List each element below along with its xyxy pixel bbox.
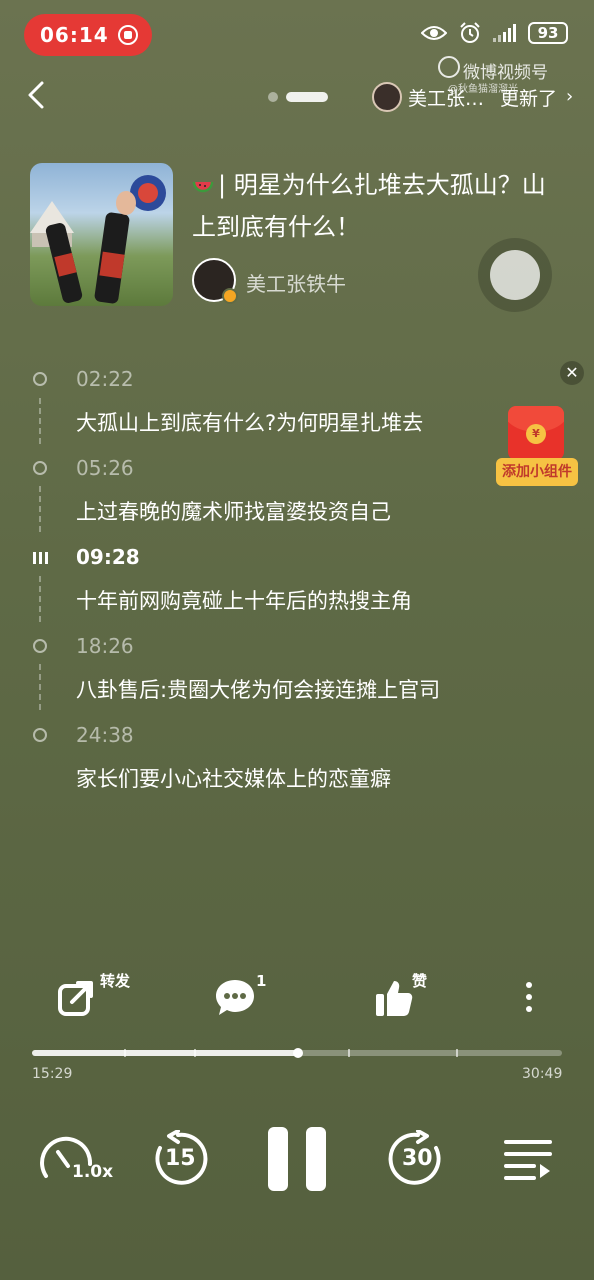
page-indicator-active: [286, 92, 328, 102]
share-label[interactable]: 转发: [100, 970, 130, 991]
chapter-title-active[interactable]: 十年前网购竟碰上十年后的热搜主角: [76, 585, 412, 615]
speed-button[interactable]: 1.0x: [40, 1130, 113, 1190]
add-widget-button[interactable]: 添加小组件: [496, 458, 578, 486]
rewind-seconds: 15: [165, 1146, 196, 1171]
thumbs-up-icon[interactable]: [374, 978, 414, 1018]
episode-title-block: | 明星为什么扎堆去大孤山？山上到底有什么！: [192, 164, 562, 248]
back-arrow-icon[interactable]: [22, 80, 52, 110]
more-options-icon[interactable]: [526, 982, 532, 1012]
chapter-time[interactable]: 05:26: [76, 456, 134, 480]
forward-seconds: 30: [402, 1146, 433, 1171]
floating-assistant-button[interactable]: [478, 238, 552, 312]
progress-knob[interactable]: [293, 1048, 304, 1058]
author-name-short[interactable]: 美工张…: [408, 84, 484, 111]
timeline-connector: [39, 486, 41, 532]
chapter-tick: [194, 1049, 196, 1057]
red-envelope-icon[interactable]: ¥: [508, 406, 564, 460]
playlist-icon[interactable]: [504, 1138, 552, 1182]
episode-cover-image: [30, 163, 173, 306]
close-icon[interactable]: ✕: [560, 361, 584, 385]
chapter-time[interactable]: 24:38: [76, 723, 134, 747]
chapter-time[interactable]: 02:22: [76, 367, 134, 391]
timeline-connector: [39, 576, 41, 622]
chapter-time-active[interactable]: 09:28: [76, 545, 140, 569]
chapter-title[interactable]: 大孤山上到底有什么?为何明星扎堆去: [76, 407, 423, 437]
weibo-logo-icon: [438, 56, 460, 78]
status-time: 06:14: [40, 23, 109, 47]
like-label[interactable]: 赞: [412, 970, 427, 991]
timeline-connector: [39, 664, 41, 710]
alarm-icon: [460, 22, 480, 43]
eye-icon: [421, 26, 447, 40]
chapter-title[interactable]: 家长们要小心社交媒体上的恋童癖: [76, 763, 391, 793]
pause-bar-right[interactable]: [306, 1127, 326, 1191]
chapter-tick: [348, 1049, 350, 1057]
comment-count: 1: [256, 972, 267, 990]
page-indicator-dot: [268, 92, 278, 102]
chapter-time[interactable]: 18:26: [76, 634, 134, 658]
now-playing-icon: [33, 551, 49, 565]
chapter-marker: [33, 461, 47, 475]
speed-label: 1.0x: [72, 1162, 114, 1182]
watermelon-icon: [192, 181, 214, 193]
chapter-marker: [33, 728, 47, 742]
chapter-tick: [456, 1049, 458, 1057]
elapsed-time: 15:29: [32, 1066, 73, 1082]
updated-label[interactable]: 更新了: [500, 84, 557, 111]
progress-fill: [32, 1050, 299, 1056]
timeline-connector: [39, 398, 41, 444]
chapter-tick: [124, 1049, 126, 1057]
signal-icon: [493, 24, 516, 42]
pause-bar-left[interactable]: [268, 1127, 288, 1191]
comment-icon[interactable]: [214, 978, 256, 1018]
status-icons: 93: [421, 22, 568, 44]
chapter-marker: [33, 639, 47, 653]
forward-button[interactable]: 30: [388, 1129, 446, 1188]
screen-record-pill[interactable]: 06:14: [24, 14, 152, 56]
total-time: 30:49: [522, 1066, 563, 1082]
battery-indicator: 93: [528, 22, 568, 44]
episode-title: | 明星为什么扎堆去大孤山？山上到底有什么！: [192, 171, 546, 241]
chapter-title[interactable]: 八卦售后:贵圈大佬为何会接连摊上官司: [76, 674, 440, 704]
record-stop-icon: [118, 25, 138, 45]
chapter-marker: [33, 372, 47, 386]
share-icon[interactable]: [56, 978, 96, 1018]
creator-name[interactable]: 美工张铁牛: [246, 268, 346, 297]
chevron-right-icon[interactable]: ›: [566, 86, 573, 107]
rewind-button[interactable]: 15: [150, 1129, 208, 1188]
chapter-title[interactable]: 上过春晚的魔术师找富婆投资自己: [76, 496, 391, 526]
verified-badge-icon: [222, 288, 238, 304]
author-avatar-mini[interactable]: [372, 82, 402, 112]
